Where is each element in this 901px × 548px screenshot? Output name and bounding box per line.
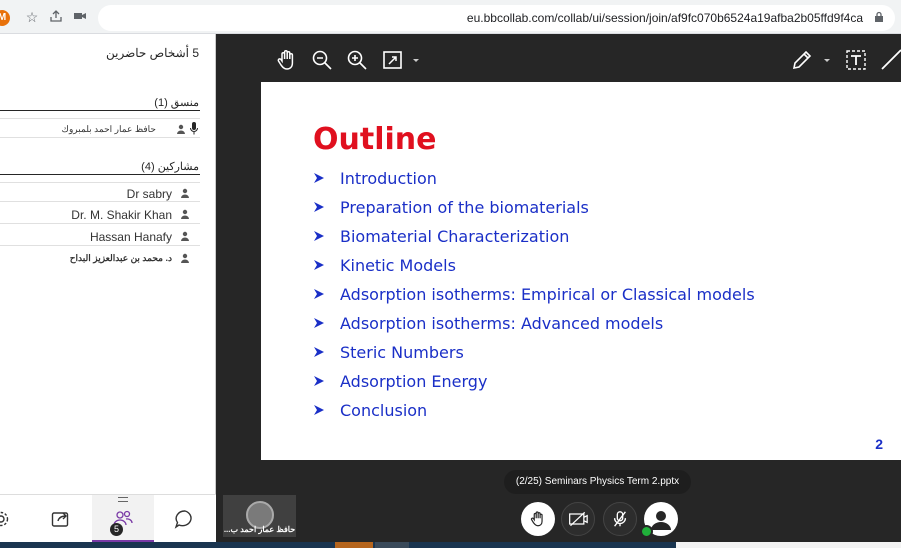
attendees-button[interactable]: 5 xyxy=(92,495,154,543)
attendee-name: د. محمد بن عبدالعزيز البداح xyxy=(69,253,172,263)
slide-bullet-text: Steric Numbers xyxy=(340,343,464,362)
star-icon[interactable]: ☆ xyxy=(24,9,40,25)
attendee-row[interactable]: Dr. M. Shakir Khan xyxy=(0,204,200,224)
text-tool-icon[interactable] xyxy=(844,48,868,72)
address-bar[interactable]: eu.bbcollab.com/collab/ui/session/join/a… xyxy=(98,5,895,31)
slide-bullet-text: Conclusion xyxy=(340,401,428,420)
taskbar-region xyxy=(676,542,901,548)
person-icon xyxy=(181,253,189,263)
arrow-bullet-icon xyxy=(314,347,324,357)
video-tile-label: حافظ عمار احمد ب... xyxy=(223,525,296,534)
drag-handle-icon[interactable] xyxy=(118,497,128,502)
slide-bullet: Conclusion xyxy=(313,398,755,427)
slide-bullet: Introduction xyxy=(313,166,755,195)
share-content-button[interactable] xyxy=(30,495,92,543)
presentation-slide: Outline Introduction Preparation of the … xyxy=(261,82,901,460)
taskbar-app-icon[interactable] xyxy=(375,542,409,548)
browser-toolbar: M ☆ eu.bbcollab.com/collab/ui/session/jo… xyxy=(0,0,901,34)
zoom-in-icon[interactable] xyxy=(345,48,369,72)
attendee-row[interactable]: Hassan Hanafy xyxy=(0,226,200,246)
taskbar-app-icon[interactable] xyxy=(335,542,373,548)
slide-bullet: Adsorption Energy xyxy=(313,369,755,398)
arrow-bullet-icon xyxy=(314,231,324,241)
panel-footer: 5 xyxy=(0,494,216,543)
chevron-down-icon[interactable] xyxy=(410,48,422,72)
slide-bullet: Adsorption isotherms: Advanced models xyxy=(313,311,755,340)
chat-button[interactable] xyxy=(154,495,216,543)
slide-bullet-text: Kinetic Models xyxy=(340,256,456,275)
arrow-bullet-icon xyxy=(314,405,324,415)
line-tool-icon[interactable] xyxy=(879,48,901,72)
arrow-bullet-icon xyxy=(314,173,324,183)
camera-icon[interactable] xyxy=(72,9,88,25)
slide-bullet: Preparation of the biomaterials xyxy=(313,195,755,224)
slide-bullet: Kinetic Models xyxy=(313,253,755,282)
share-icon[interactable] xyxy=(48,9,64,25)
attendees-count-heading: 5 أشخاص حاضرين xyxy=(105,46,199,60)
settings-button[interactable] xyxy=(0,495,32,543)
attendee-count-badge: 5 xyxy=(110,523,123,536)
lock-icon[interactable] xyxy=(873,11,885,23)
slide-page-number: 2 xyxy=(875,436,883,452)
arrow-bullet-icon xyxy=(314,376,324,386)
attendee-row[interactable]: د. محمد بن عبدالعزيز البداح xyxy=(0,248,200,268)
content-stage: Outline Introduction Preparation of the … xyxy=(217,34,901,548)
camera-off-icon xyxy=(569,511,588,527)
attendee-name: Dr sabry xyxy=(126,187,172,201)
slide-bullet-text: Adsorption Energy xyxy=(340,372,488,391)
raise-hand-icon xyxy=(530,511,543,527)
slide-title: Outline xyxy=(313,122,437,157)
arrow-bullet-icon xyxy=(314,260,324,270)
microphone-off-icon xyxy=(613,511,627,527)
person-icon xyxy=(181,231,189,241)
microphone-toggle-button[interactable] xyxy=(603,502,637,536)
slide-bullet-text: Adsorption isotherms: Advanced models xyxy=(340,314,664,333)
section-divider xyxy=(0,174,200,175)
person-icon xyxy=(181,188,189,198)
slide-bullet-list: Introduction Preparation of the biomater… xyxy=(313,166,755,427)
profile-avatar[interactable]: M xyxy=(0,10,10,26)
video-tile[interactable]: حافظ عمار احمد ب... xyxy=(223,495,296,537)
attendee-name: Dr. M. Shakir Khan xyxy=(71,208,172,222)
chevron-down-icon[interactable] xyxy=(821,48,833,72)
pencil-icon[interactable] xyxy=(790,48,814,72)
raise-hand-button[interactable] xyxy=(521,502,555,536)
attendee-name: حافظ عمار احمد بلمبروك xyxy=(61,124,156,134)
pan-hand-icon[interactable] xyxy=(275,48,299,72)
attendee-name: Hassan Hanafy xyxy=(89,230,172,244)
zoom-out-icon[interactable] xyxy=(310,48,334,72)
person-icon xyxy=(181,209,189,219)
attendees-panel: 5 أشخاص حاضرين منسق (1) حافظ عمار احمد ب… xyxy=(0,34,216,548)
arrow-bullet-icon xyxy=(314,289,324,299)
file-indicator[interactable]: (2/25) Seminars Physics Term 2.pptx xyxy=(504,470,691,494)
microphone-icon xyxy=(190,122,198,135)
gear-icon xyxy=(0,511,9,527)
fit-to-screen-icon[interactable] xyxy=(381,48,405,72)
arrow-bullet-icon xyxy=(314,318,324,328)
share-content-icon xyxy=(51,512,69,527)
moderator-section-label: منسق (1) xyxy=(154,97,199,109)
my-status-button[interactable] xyxy=(640,502,678,538)
slide-bullet: Steric Numbers xyxy=(313,340,755,369)
slide-bullet-text: Preparation of the biomaterials xyxy=(340,198,589,217)
arrow-bullet-icon xyxy=(314,202,324,212)
slide-bullet-text: Introduction xyxy=(340,169,437,188)
slide-bullet-text: Biomaterial Characterization xyxy=(340,227,570,246)
chat-icon xyxy=(174,510,192,529)
url-text: eu.bbcollab.com/collab/ui/session/join/a… xyxy=(466,11,863,25)
section-divider xyxy=(0,110,200,111)
status-online-icon xyxy=(640,525,653,538)
participants-section-label: مشاركين (4) xyxy=(141,161,199,173)
slide-bullet-text: Adsorption isotherms: Empirical or Class… xyxy=(340,285,755,304)
attendee-row-moderator[interactable]: حافظ عمار احمد بلمبروك xyxy=(0,118,200,138)
attendee-row[interactable]: Dr sabry xyxy=(0,182,200,202)
slide-bullet: Biomaterial Characterization xyxy=(313,224,755,253)
slide-bullet: Adsorption isotherms: Empirical or Class… xyxy=(313,282,755,311)
camera-toggle-button[interactable] xyxy=(561,502,595,536)
person-icon xyxy=(177,124,185,134)
